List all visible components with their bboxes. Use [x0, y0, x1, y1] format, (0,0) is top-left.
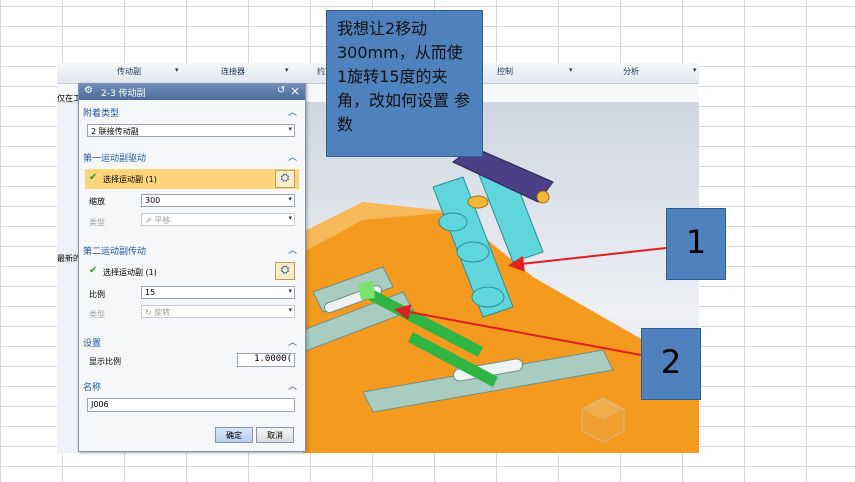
watermark-cube-logo: [581, 397, 625, 443]
annotation-arrows: [394, 247, 667, 356]
arrow-to-pin-2: [394, 304, 642, 356]
arrow-to-link-1: [508, 247, 667, 272]
